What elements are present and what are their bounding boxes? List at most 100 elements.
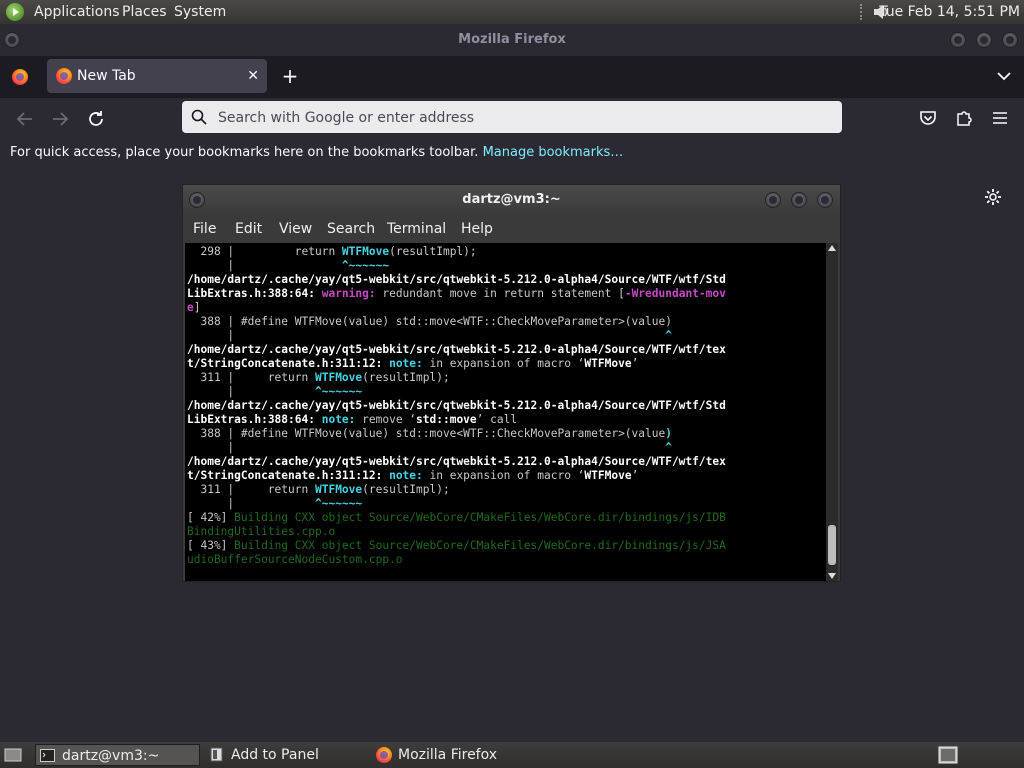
terminal-text-segment: [ 43%] (187, 539, 235, 552)
taskbar-item-add-to-panel[interactable]: Add to Panel (205, 744, 355, 766)
terminal-text-segment: WTFMove (341, 245, 390, 258)
terminal-text-segment: (resultImpl); (362, 483, 450, 496)
terminal-line: LibExtras.h:388:64: warning: redundant m… (187, 287, 726, 301)
terminal-text-segment: [ 42%] (187, 511, 235, 524)
extensions-icon[interactable] (954, 108, 974, 128)
workspace-switcher-icon[interactable] (938, 746, 958, 764)
reload-icon[interactable] (81, 104, 111, 134)
terminal-text-segment: 388 | #define WTFMove(value) std::move<W… (187, 427, 666, 440)
terminal-text-segment: std::move (416, 413, 477, 426)
terminal-line: [ 43%] Building CXX object Source/WebCor… (187, 539, 726, 553)
firefox-favicon-icon (56, 68, 72, 84)
url-bar[interactable] (182, 101, 842, 135)
terminal-text-segment: ^ (665, 329, 672, 342)
terminal-text-segment: ^~~~~~~ (314, 385, 363, 398)
bookmarks-message: For quick access, place your bookmarks h… (10, 140, 623, 166)
menu-file[interactable]: File (193, 215, 216, 243)
terminal-text-segment: warning: (321, 287, 383, 300)
terminal-menubar: File Edit View Search Terminal Help (183, 215, 840, 243)
bookmarks-toolbar: For quick access, place your bookmarks h… (0, 140, 1024, 168)
terminal-text-segment: 298 | return (187, 245, 342, 258)
firefox-view-icon[interactable] (12, 69, 28, 85)
terminal-text-segment: | (187, 497, 315, 510)
gear-icon[interactable] (983, 187, 1003, 207)
bottom-panel: dartz@vm3:~ Add to Panel Mozilla Firefox (0, 742, 1024, 768)
maximize-button[interactable] (976, 32, 992, 48)
terminal-line: e] (187, 301, 201, 315)
terminal-line: 388 | #define WTFMove(value) std::move<W… (187, 315, 671, 329)
terminal-text-segment: | (187, 441, 666, 454)
scroll-down-arrow-icon[interactable] (828, 573, 836, 579)
menu-search[interactable]: Search (327, 215, 375, 243)
menu-view[interactable]: View (279, 215, 312, 243)
menu-help[interactable]: Help (461, 215, 493, 243)
terminal-minimize-button[interactable] (765, 192, 781, 208)
terminal-text-segment: note: (389, 357, 430, 370)
search-icon (191, 109, 207, 125)
scroll-up-arrow-icon[interactable] (828, 245, 836, 251)
terminal-text-segment: LibExtras.h:388:64: (187, 287, 322, 300)
terminal-output[interactable]: 298 | return WTFMove(resultImpl); | ^~~~… (185, 243, 826, 581)
terminal-text-segment: (resultImpl); (362, 371, 450, 384)
terminal-text-segment: in expansion of macro ‘ (429, 469, 585, 482)
menu-terminal[interactable]: Terminal (387, 215, 446, 243)
tab-label: New Tab (77, 68, 136, 84)
scrollbar-thumb[interactable] (828, 525, 836, 565)
distro-logo-icon[interactable] (6, 3, 24, 21)
new-tab-button[interactable]: + (279, 59, 301, 93)
terminal-text-segment: note: (389, 469, 430, 482)
places-menu[interactable]: Places (122, 0, 167, 24)
taskbar-item-firefox[interactable]: Mozilla Firefox (372, 744, 542, 766)
terminal-text-segment: ^~~~~~~ (314, 497, 363, 510)
close-window-button[interactable] (1002, 32, 1018, 48)
terminal-text-segment: t/StringConcatenate.h:311:12: (187, 357, 390, 370)
applications-menu[interactable]: Applications (34, 0, 120, 24)
firefox-titlebar[interactable]: Mozilla Firefox (0, 24, 1024, 56)
terminal-scrollbar[interactable] (826, 243, 838, 581)
terminal-line: 388 | #define WTFMove(value) std::move<W… (187, 427, 672, 441)
forward-arrow-icon[interactable] (45, 104, 75, 134)
tab-new-tab[interactable]: New Tab ✕ (47, 59, 267, 93)
terminal-title: dartz@vm3:~ (462, 192, 561, 207)
minimize-button[interactable] (950, 32, 966, 48)
hamburger-menu-icon[interactable] (990, 108, 1010, 128)
terminal-text-segment: ’ call (476, 413, 518, 426)
terminal-line: | ^~~~~~~ (187, 497, 362, 511)
terminal-window[interactable]: dartz@vm3:~ File Edit View Search Termin… (182, 184, 841, 582)
window-title: Mozilla Firefox (458, 32, 566, 47)
tab-close-icon[interactable]: ✕ (247, 59, 259, 93)
terminal-line: /home/dartz/.cache/yay/qt5-webkit/src/qt… (187, 273, 726, 287)
terminal-titlebar[interactable]: dartz@vm3:~ (183, 185, 840, 215)
pocket-icon[interactable] (918, 108, 938, 128)
terminal-line: t/StringConcatenate.h:311:12: note: in e… (187, 469, 638, 483)
terminal-text-segment: (resultImpl); (389, 245, 477, 258)
clock[interactable]: Tue Feb 14, 5:51 PM (879, 0, 1020, 24)
terminal-text-segment: WTFMove (314, 483, 363, 496)
panel-separator (860, 4, 864, 20)
chevron-down-icon[interactable] (992, 59, 1016, 93)
search-input[interactable] (216, 101, 820, 135)
system-menu[interactable]: System (174, 0, 226, 24)
taskbar-item-label: Add to Panel (231, 747, 319, 763)
terminal-text-segment: udioBufferSourceNodeCustom.cpp.o (187, 553, 403, 566)
terminal-text-segment: WTFMove (584, 469, 632, 482)
navigation-toolbar (0, 98, 1024, 140)
terminal-line: LibExtras.h:388:64: note: remove ‘std::m… (187, 413, 517, 427)
taskbar-item-terminal[interactable]: dartz@vm3:~ (35, 744, 200, 766)
back-arrow-icon[interactable] (10, 104, 40, 134)
taskbar-item-label: dartz@vm3:~ (62, 748, 160, 764)
terminal-text-segment: -Wredundant-mov (624, 287, 726, 300)
terminal-close-button[interactable] (817, 192, 833, 208)
terminal-text-segment: 311 | return (187, 371, 315, 384)
terminal-line: [ 42%] Building CXX object Source/WebCor… (187, 511, 726, 525)
terminal-maximize-button[interactable] (791, 192, 807, 208)
terminal-text-segment: ’ (631, 469, 639, 482)
terminal-line: udioBufferSourceNodeCustom.cpp.o (187, 553, 403, 567)
terminal-text-segment: ^ (665, 441, 672, 454)
terminal-line: /home/dartz/.cache/yay/qt5-webkit/src/qt… (187, 455, 726, 469)
manage-bookmarks-link[interactable]: Manage bookmarks… (483, 145, 624, 160)
terminal-text-segment: | (187, 329, 666, 342)
menu-edit[interactable]: Edit (235, 215, 262, 243)
show-desktop-icon[interactable] (4, 747, 22, 763)
top-panel: Applications Places System Tue Feb 14, 5… (0, 0, 1024, 24)
